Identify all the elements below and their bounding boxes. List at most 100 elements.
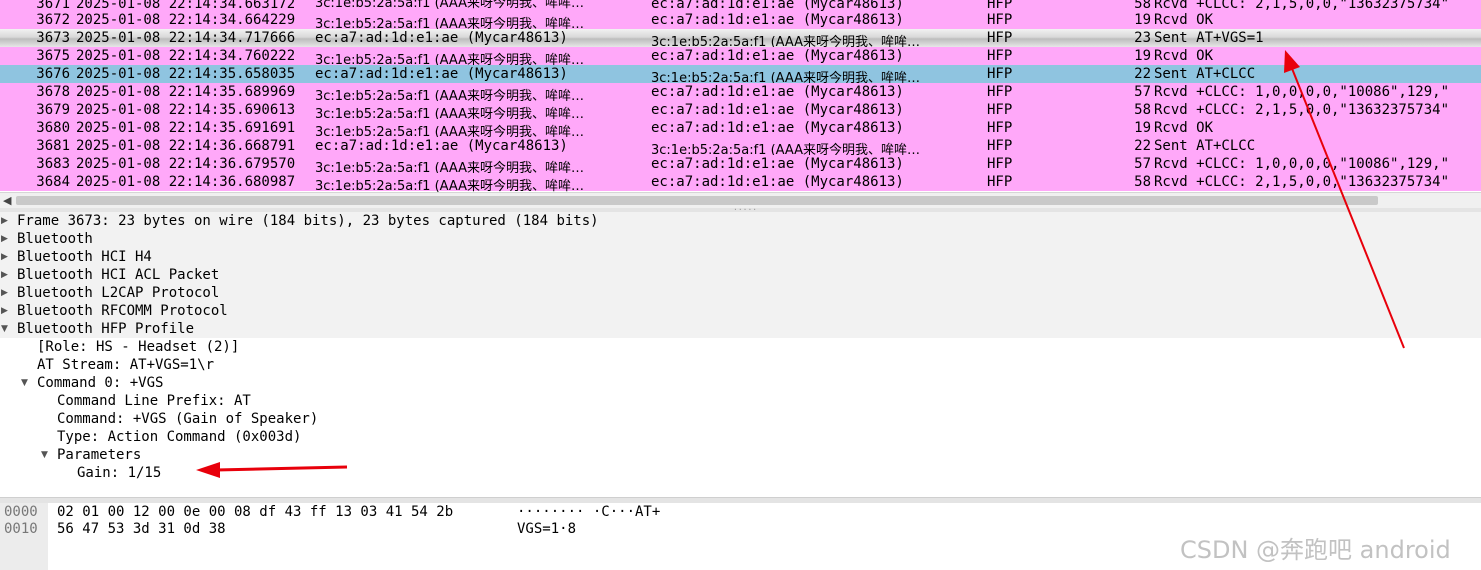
tree-item-label: Parameters [57, 447, 142, 463]
tree-item-gain[interactable]: Gain: 1/15 [0, 464, 1481, 482]
packet-row-selected[interactable]: 3676 2025-01-08 22:14:35.658035 ec:a7:ad… [0, 65, 1481, 86]
packet-length: 57 [1134, 84, 1151, 100]
packet-destination: ec:a7:ad:1d:e1:ae (Mycar48613) [651, 48, 904, 64]
packet-length: 23 [1134, 30, 1151, 46]
tree-item-bluetooth[interactable]: ▶ Bluetooth [0, 230, 1481, 248]
packet-details-tree[interactable]: ▶ Frame 3673: 23 bytes on wire (184 bits… [0, 212, 1481, 498]
packet-length: 57 [1134, 156, 1151, 172]
tree-item-at-stream[interactable]: AT Stream: AT+VGS=1\r [0, 356, 1481, 374]
tree-item-prefix[interactable]: Command Line Prefix: AT [0, 392, 1481, 410]
tree-item-label: Frame 3673: 23 bytes on wire (184 bits),… [17, 213, 599, 229]
packet-protocol: HFP [987, 30, 1013, 46]
packet-number: 3675 [36, 48, 70, 64]
packet-info: Rcvd +CLCC: 1,0,0,0,0,"10086",129," [1154, 84, 1450, 100]
collapse-arrow-icon[interactable]: ▼ [41, 446, 48, 464]
packet-length: 22 [1134, 138, 1151, 154]
packet-protocol: HFP [987, 66, 1013, 82]
packet-info: Rcvd +CLCC: 2,1,5,0,0,"13632375734" [1154, 102, 1450, 118]
packet-number: 3673 [36, 30, 70, 46]
tree-item-rfcomm[interactable]: ▶ Bluetooth RFCOMM Protocol [0, 302, 1481, 320]
tree-item-command-0[interactable]: ▼ Command 0: +VGS [0, 374, 1481, 392]
bytes-hex[interactable]: 56 47 53 3d 31 0d 38 [57, 521, 226, 538]
bytes-offset: 0000 [4, 504, 38, 520]
packet-number: 3676 [36, 66, 70, 82]
packet-row[interactable]: 3672 2025-01-08 22:14:34.664229 3c:1e:b5… [0, 11, 1481, 32]
expand-arrow-icon[interactable]: ▶ [1, 302, 8, 320]
tree-item-label: Gain: 1/15 [77, 465, 162, 481]
packet-time: 2025-01-08 22:14:34.717666 [76, 30, 296, 46]
tree-item-label: Bluetooth HCI H4 [17, 249, 152, 265]
packet-number: 3680 [36, 120, 70, 136]
packet-row[interactable]: 3679 2025-01-08 22:14:35.690613 3c:1e:b5… [0, 101, 1481, 122]
expand-arrow-icon[interactable]: ▶ [1, 266, 8, 284]
bytes-ascii[interactable]: ········ ·C···AT+ [517, 504, 660, 521]
packet-number: 3672 [36, 12, 70, 28]
packet-time: 2025-01-08 22:14:35.690613 [76, 102, 296, 118]
tree-item-hci-acl[interactable]: ▶ Bluetooth HCI ACL Packet [0, 266, 1481, 284]
tree-item-label: Command 0: +VGS [37, 375, 164, 391]
scroll-left-arrow-icon[interactable]: ◀ [3, 194, 11, 207]
packet-row[interactable]: 3680 2025-01-08 22:14:35.691691 3c:1e:b5… [0, 119, 1481, 140]
tree-item-label: Bluetooth HFP Profile [17, 321, 195, 337]
packet-number: 3681 [36, 138, 70, 154]
packet-number: 3678 [36, 84, 70, 100]
packet-row[interactable]: 3683 2025-01-08 22:14:36.679570 3c:1e:b5… [0, 155, 1481, 176]
packet-time: 2025-01-08 22:14:36.668791 [76, 138, 296, 154]
packet-time: 2025-01-08 22:14:35.689969 [76, 84, 296, 100]
tree-item-l2cap[interactable]: ▶ Bluetooth L2CAP Protocol [0, 284, 1481, 302]
expand-arrow-icon[interactable]: ▶ [1, 212, 8, 230]
packet-row-marked[interactable]: 3673 2025-01-08 22:14:34.717666 ec:a7:ad… [0, 29, 1481, 50]
packet-time: 2025-01-08 22:14:36.680987 [76, 174, 296, 190]
tree-item-role[interactable]: [Role: HS - Headset (2)] [0, 338, 1481, 356]
packet-destination: ec:a7:ad:1d:e1:ae (Mycar48613) [651, 12, 904, 28]
tree-item-label: Bluetooth HCI ACL Packet [17, 267, 220, 283]
packet-source: ec:a7:ad:1d:e1:ae (Mycar48613) [315, 30, 568, 46]
tree-item-label: Bluetooth RFCOMM Protocol [17, 303, 228, 319]
packet-protocol: HFP [987, 84, 1013, 100]
packet-number: 3683 [36, 156, 70, 172]
packet-row[interactable]: 3675 2025-01-08 22:14:34.760222 3c:1e:b5… [0, 47, 1481, 68]
watermark-text: CSDN @奔跑吧 android [1180, 536, 1451, 564]
bytes-ascii[interactable]: VGS=1·8 [517, 521, 576, 538]
expand-arrow-icon[interactable]: ▶ [1, 248, 8, 266]
packet-info: Sent AT+CLCC [1154, 66, 1256, 82]
packet-info: Rcvd OK [1154, 48, 1214, 64]
expand-arrow-icon[interactable]: ▶ [1, 230, 8, 248]
packet-row[interactable]: 3681 2025-01-08 22:14:36.668791 ec:a7:ad… [0, 137, 1481, 158]
tree-item-label: Command: +VGS (Gain of Speaker) [57, 411, 319, 427]
packet-info: Sent AT+VGS=1 [1154, 30, 1264, 46]
tree-item-type[interactable]: Type: Action Command (0x003d) [0, 428, 1481, 446]
packet-time: 2025-01-08 22:14:36.679570 [76, 156, 296, 172]
packet-row[interactable]: 3678 2025-01-08 22:14:35.689969 3c:1e:b5… [0, 83, 1481, 104]
packet-destination: ec:a7:ad:1d:e1:ae (Mycar48613) [651, 102, 904, 118]
packet-protocol: HFP [987, 102, 1013, 118]
packet-time: 2025-01-08 22:14:34.760222 [76, 48, 296, 64]
collapse-arrow-icon[interactable]: ▼ [21, 374, 28, 392]
packet-length: 22 [1134, 66, 1151, 82]
packet-protocol: HFP [987, 48, 1013, 64]
packet-info: Rcvd OK [1154, 120, 1214, 136]
tree-item-command[interactable]: Command: +VGS (Gain of Speaker) [0, 410, 1481, 428]
tree-item-hci-h4[interactable]: ▶ Bluetooth HCI H4 [0, 248, 1481, 266]
collapse-arrow-icon[interactable]: ▼ [1, 320, 8, 338]
tree-item-frame[interactable]: ▶ Frame 3673: 23 bytes on wire (184 bits… [0, 212, 1481, 230]
packet-info: Rcvd +CLCC: 2,1,5,0,0,"13632375734" [1154, 174, 1450, 190]
packet-info: Rcvd OK [1154, 12, 1214, 28]
packet-number: 3684 [36, 174, 70, 190]
packet-length: 58 [1134, 102, 1151, 118]
expand-arrow-icon[interactable]: ▶ [1, 284, 8, 302]
scrollbar-thumb[interactable] [16, 196, 1378, 205]
packet-row[interactable]: 3684 2025-01-08 22:14:36.680987 3c:1e:b5… [0, 173, 1481, 192]
tree-item-hfp[interactable]: ▼ Bluetooth HFP Profile [0, 320, 1481, 338]
packet-protocol: HFP [987, 12, 1013, 28]
tree-item-parameters[interactable]: ▼ Parameters [0, 446, 1481, 464]
tree-item-label: Type: Action Command (0x003d) [57, 429, 302, 445]
tree-item-label: Command Line Prefix: AT [57, 393, 251, 409]
packet-time: 2025-01-08 22:14:35.658035 [76, 66, 296, 82]
packet-destination: ec:a7:ad:1d:e1:ae (Mycar48613) [651, 156, 904, 172]
packet-source: ec:a7:ad:1d:e1:ae (Mycar48613) [315, 66, 568, 82]
packet-info: Rcvd +CLCC: 1,0,0,0,0,"10086",129," [1154, 156, 1450, 172]
bytes-hex[interactable]: 02 01 00 12 00 0e 00 08 df 43 ff 13 03 4… [57, 504, 453, 521]
bytes-offset: 0010 [4, 521, 38, 537]
packet-list[interactable]: 3671 2025-01-08 22:14:34.663172 3c:1e:b5… [0, 0, 1481, 192]
